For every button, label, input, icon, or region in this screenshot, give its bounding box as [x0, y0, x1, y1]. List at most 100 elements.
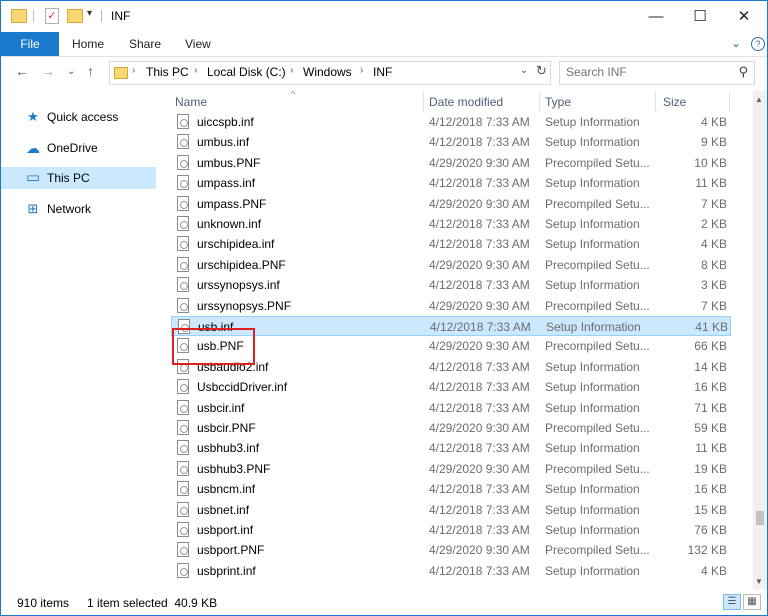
file-size: 59 KB [694, 421, 727, 435]
table-row[interactable]: usbcir.PNF 4/29/2020 9:30 AM Precompiled S… [171, 418, 731, 438]
column-header-type[interactable]: Type [545, 95, 571, 109]
column-divider[interactable] [423, 91, 424, 112]
table-row[interactable]: usbcir.inf 4/12/2018 7:33 AM Setup Informa… [171, 398, 731, 418]
search-icon[interactable]: ⚲ [738, 64, 748, 80]
column-header-date[interactable]: Date modified [429, 95, 503, 109]
table-row[interactable]: urssynopsys.PNF 4/29/2020 9:30 AM Precompi… [171, 296, 731, 316]
file-type: Setup Information [545, 237, 640, 252]
settings-file-icon [177, 297, 189, 313]
item-count: 910 items [17, 596, 70, 610]
scroll-up-icon[interactable]: ▲ [755, 95, 763, 104]
file-name: usb.PNF [197, 339, 244, 354]
column-header-name[interactable]: Name [175, 95, 207, 109]
column-header-size[interactable]: Size [663, 95, 686, 109]
sidebar-item-quick-access[interactable]: ★ Quick access [1, 106, 156, 128]
table-row[interactable]: usbhub3.PNF 4/29/2020 9:30 AM Precompiled … [171, 459, 731, 479]
maximize-button[interactable]: ☐ [677, 1, 723, 32]
file-date-modified: 4/12/2018 7:33 AM [429, 523, 530, 537]
details-view-button[interactable]: ☰ [723, 594, 741, 610]
table-row[interactable]: UsbccidDriver.inf 4/12/2018 7:33 AM Setup … [171, 377, 731, 397]
file-name: usbport.inf [197, 523, 254, 537]
vertical-scrollbar[interactable]: ▲ ▼ [753, 91, 767, 589]
breadcrumb-inf[interactable]: INF [373, 65, 392, 79]
table-row[interactable]: umbus.PNF 4/29/2020 9:30 AM Precompiled Se… [171, 153, 731, 173]
file-name: usbhub3.inf [197, 441, 260, 456]
customize-quick-access-icon[interactable]: ▾ [87, 8, 92, 19]
breadcrumb-this-pc[interactable]: This PC [146, 65, 189, 79]
sidebar-item-this-pc[interactable]: ▭ This PC [1, 167, 156, 189]
table-row[interactable]: umpass.inf 4/12/2018 7:33 AM Setup Informa… [171, 173, 731, 193]
table-row[interactable]: uiccspb.inf 4/12/2018 7:33 AM Setup Inform… [171, 112, 731, 132]
table-row[interactable]: usbhub3.inf 4/12/2018 7:33 AM Setup Inform… [171, 438, 731, 458]
table-row[interactable]: usbprint.inf 4/12/2018 7:33 AM Setup Infor… [171, 561, 731, 581]
forward-button[interactable]: → [41, 63, 55, 79]
tab-view[interactable]: View [185, 32, 211, 56]
breadcrumb-separator[interactable]: › [290, 65, 293, 76]
breadcrumb-separator[interactable]: › [132, 65, 135, 76]
sidebar-item-network[interactable]: ⊞ Network [1, 198, 156, 220]
tab-file[interactable]: File [1, 32, 59, 56]
large-icons-view-button[interactable]: ▦ [743, 594, 761, 610]
file-size: 76 KB [694, 523, 727, 537]
table-row[interactable]: usbport.PNF 4/29/2020 9:30 AM Precompiled … [171, 540, 731, 560]
file-type: Setup Information [545, 278, 640, 293]
minimize-button[interactable]: — [633, 1, 679, 32]
settings-file-icon [177, 562, 189, 578]
scrollbar-thumb[interactable] [756, 511, 764, 525]
breadcrumb-separator[interactable]: › [360, 65, 363, 76]
table-row[interactable]: urschipidea.PNF 4/29/2020 9:30 AM Precompi… [171, 255, 731, 275]
table-row[interactable]: usb.inf 4/12/2018 7:33 AM Setup Informatio… [171, 316, 731, 336]
file-name: urschipidea.PNF [197, 257, 286, 272]
new-folder-icon[interactable] [67, 9, 83, 23]
table-row[interactable]: unknown.inf 4/12/2018 7:33 AM Setup Inform… [171, 214, 731, 234]
breadcrumb-separator[interactable]: › [194, 65, 197, 76]
scroll-down-icon[interactable]: ▼ [755, 577, 763, 586]
table-row[interactable]: urssynopsys.inf 4/12/2018 7:33 AM Setup In… [171, 275, 731, 295]
file-date-modified: 4/12/2018 7:33 AM [429, 115, 530, 129]
column-divider[interactable] [539, 91, 540, 112]
properties-icon[interactable]: ✓ [45, 8, 59, 24]
breadcrumb-local-disk[interactable]: Local Disk (C:) [207, 65, 286, 79]
file-date-modified: 4/12/2018 7:33 AM [429, 563, 530, 578]
file-size: 16 KB [694, 380, 727, 395]
help-icon[interactable]: ? [751, 37, 765, 51]
sidebar-item-onedrive[interactable]: ☁ OneDrive [1, 137, 156, 159]
close-button[interactable]: ✕ [721, 1, 767, 32]
tab-home[interactable]: Home [72, 32, 104, 56]
sidebar-item-label: Network [47, 202, 92, 216]
file-date-modified: 4/29/2020 9:30 AM [429, 298, 530, 313]
table-row[interactable]: urschipidea.inf 4/12/2018 7:33 AM Setup In… [171, 234, 731, 254]
table-row[interactable]: usbnet.inf 4/12/2018 7:33 AM Setup Informa… [171, 500, 731, 520]
file-name: urssynopsys.inf [197, 278, 280, 293]
address-dropdown-icon[interactable]: ⌄ [520, 65, 528, 76]
up-button[interactable]: ↑ [87, 63, 94, 79]
column-divider[interactable] [655, 91, 656, 112]
file-date-modified: 4/12/2018 7:33 AM [429, 482, 530, 497]
back-button[interactable]: ← [15, 63, 29, 79]
table-row[interactable]: umpass.PNF 4/29/2020 9:30 AM Precompiled S… [171, 194, 731, 214]
breadcrumb-windows[interactable]: Windows [303, 65, 352, 79]
tab-share[interactable]: Share [129, 32, 161, 56]
file-size: 9 KB [700, 135, 727, 150]
file-type: Setup Information [545, 523, 640, 537]
address-bar[interactable]: › This PC › Local Disk (C:) › Windows › … [109, 61, 551, 85]
recent-locations-button[interactable]: ⌄ [67, 66, 75, 77]
file-date-modified: 4/29/2020 9:30 AM [429, 257, 530, 272]
settings-file-icon [177, 379, 189, 395]
settings-file-icon [177, 481, 189, 497]
file-date-modified: 4/29/2020 9:30 AM [429, 421, 530, 435]
search-input[interactable] [566, 64, 726, 80]
file-date-modified: 4/12/2018 7:33 AM [429, 359, 530, 374]
chevron-down-icon[interactable]: ⌄ [731, 36, 741, 50]
table-row[interactable]: usb.PNF 4/29/2020 9:30 AM Precompiled Setu… [171, 336, 731, 356]
table-row[interactable]: usbncm.inf 4/12/2018 7:33 AM Setup Informa… [171, 479, 731, 499]
table-row[interactable]: usbport.inf 4/12/2018 7:33 AM Setup Inform… [171, 520, 731, 540]
refresh-icon[interactable]: ↻ [536, 63, 547, 79]
column-divider[interactable] [729, 91, 730, 112]
file-size: 11 KB [695, 441, 727, 456]
table-row[interactable]: usbaudio2.inf 4/12/2018 7:33 AM Setup Info… [171, 357, 731, 377]
file-date-modified: 4/29/2020 9:30 AM [429, 196, 530, 211]
table-row[interactable]: umbus.inf 4/12/2018 7:33 AM Setup Informat… [171, 132, 731, 152]
file-date-modified: 4/12/2018 7:33 AM [429, 502, 530, 517]
search-box[interactable]: ⚲ [559, 61, 755, 85]
